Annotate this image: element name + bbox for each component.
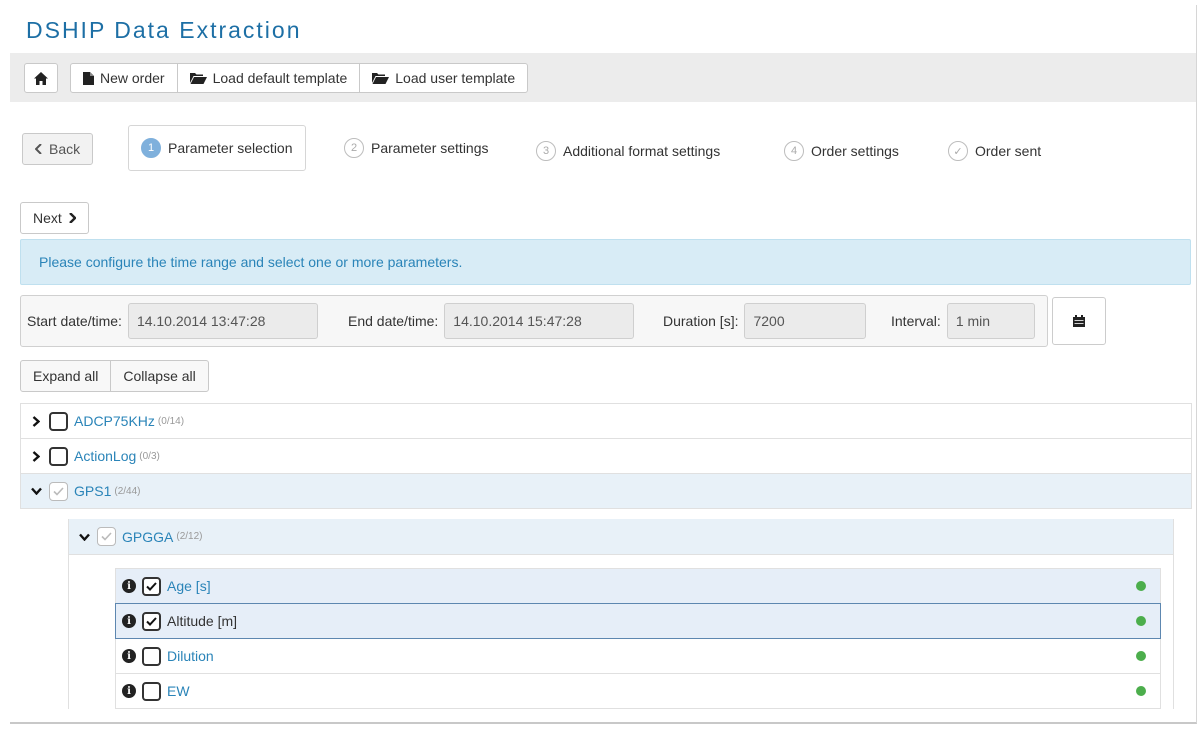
check-circle-icon: ✓ (948, 141, 968, 161)
step-label: Parameter settings (371, 140, 489, 156)
node-checkbox-partial[interactable] (49, 481, 68, 501)
step-number: 4 (784, 141, 804, 161)
tree-node-actionlog[interactable]: ActionLog (0/3) (20, 438, 1192, 474)
tree-node-gpgga[interactable]: GPGGA (2/12) (69, 519, 1173, 555)
load-default-template-button[interactable]: Load default template (176, 63, 361, 93)
back-button[interactable]: Back (22, 133, 94, 165)
step-parameter-settings[interactable]: 2 Parameter settings (344, 138, 489, 158)
status-dot (1136, 616, 1146, 626)
chevron-left-icon (35, 144, 43, 154)
step-label: Order sent (975, 143, 1042, 159)
app-title: DSHIP Data Extraction (26, 17, 302, 43)
home-icon (34, 71, 48, 85)
start-datetime-field: Start date/time: 14.10.2014 13:47:28 (27, 303, 318, 339)
folder-open-icon (372, 72, 390, 84)
new-order-button[interactable]: New order (70, 63, 178, 93)
parameter-checkbox[interactable] (142, 611, 161, 631)
back-label: Back (49, 141, 81, 157)
step-additional-format-settings[interactable]: 3 Additional format settings (536, 141, 720, 161)
next-label: Next (33, 210, 62, 226)
toolbar: New order Load default template Load use… (10, 53, 1196, 102)
node-count: (0/3) (139, 450, 160, 462)
end-datetime-label: End date/time: (348, 313, 439, 329)
template-button-group: New order Load default template Load use… (70, 63, 529, 93)
step-parameter-selection[interactable]: 1 Parameter selection (128, 125, 306, 171)
collapse-all-button[interactable]: Collapse all (110, 360, 209, 392)
parameter-row[interactable]: i EW (115, 673, 1161, 709)
status-dot (1136, 686, 1146, 696)
chevron-down-icon[interactable] (77, 533, 91, 541)
duration-label: Duration [s]: (663, 313, 739, 329)
start-datetime-label: Start date/time: (27, 313, 122, 329)
step-order-sent[interactable]: ✓ Order sent (948, 141, 1041, 161)
parameter-row[interactable]: i Age [s] (115, 568, 1161, 604)
node-count: (2/12) (176, 531, 203, 542)
interval-input[interactable]: 1 min (946, 303, 1035, 339)
start-datetime-input[interactable]: 14.10.2014 13:47:28 (127, 303, 318, 339)
status-dot (1136, 651, 1146, 661)
node-count: (0/14) (157, 415, 185, 427)
load-user-template-button[interactable]: Load user template (359, 63, 529, 93)
app-frame: DSHIP Data Extraction New order Load def… (10, 5, 1197, 724)
load-user-label: Load user template (395, 70, 516, 86)
step-label: Order settings (811, 143, 899, 159)
step-number: 1 (141, 138, 161, 158)
end-datetime-input[interactable]: 14.10.2014 15:47:28 (444, 303, 635, 339)
parameter-tree: ADCP75KHz (0/14) ActionLog (0/3) GPS1 (2… (20, 403, 1192, 709)
node-name[interactable]: ADCP75KHz (74, 413, 155, 429)
step-label: Parameter selection (168, 140, 293, 156)
chevron-down-icon[interactable] (29, 487, 43, 495)
next-button[interactable]: Next (20, 202, 89, 234)
chevron-right-icon (68, 213, 76, 223)
gpgga-parameters: i Age [s] i Altitude [m] i Dilution i EW (115, 568, 1161, 709)
parameter-name[interactable]: Altitude [m] (167, 613, 237, 629)
file-icon (83, 71, 94, 85)
home-button[interactable] (24, 63, 58, 93)
node-name[interactable]: GPS1 (74, 483, 111, 499)
folder-open-icon (189, 72, 207, 84)
chevron-right-icon[interactable] (29, 415, 43, 427)
calendar-icon (1073, 315, 1085, 327)
parameter-name[interactable]: Dilution (167, 648, 214, 664)
tree-node-gps1[interactable]: GPS1 (2/44) (20, 473, 1192, 509)
info-icon[interactable]: i (122, 684, 136, 698)
duration-input[interactable]: 7200 (744, 303, 867, 339)
interval-field: Interval: 1 min (891, 303, 1035, 339)
tree-node-adcp75khz[interactable]: ADCP75KHz (0/14) (20, 403, 1192, 439)
end-datetime-field: End date/time: 14.10.2014 15:47:28 (348, 303, 635, 339)
info-icon[interactable]: i (122, 614, 136, 628)
step-label: Additional format settings (563, 143, 721, 159)
status-dot (1136, 581, 1146, 591)
step-number: 2 (344, 138, 364, 158)
duration-field: Duration [s]: 7200 (663, 303, 867, 339)
node-checkbox[interactable] (49, 446, 68, 466)
node-checkbox-partial[interactable] (97, 527, 116, 546)
time-range-panel: Start date/time: 14.10.2014 13:47:28 End… (20, 295, 1048, 347)
gps1-children: GPGGA (2/12) i Age [s] i Altitude [m] i … (68, 519, 1174, 709)
expand-all-button[interactable]: Expand all (20, 360, 112, 392)
parameter-name[interactable]: Age [s] (167, 578, 211, 594)
parameter-checkbox[interactable] (142, 646, 161, 666)
info-icon[interactable]: i (122, 579, 136, 593)
parameter-checkbox[interactable] (142, 576, 161, 596)
parameter-row[interactable]: i Altitude [m] (115, 603, 1161, 639)
step-number: 3 (536, 141, 556, 161)
parameter-row[interactable]: i Dilution (115, 638, 1161, 674)
parameter-checkbox[interactable] (142, 681, 161, 701)
node-count: (2/44) (114, 485, 141, 497)
node-checkbox[interactable] (49, 411, 68, 431)
new-order-label: New order (100, 70, 165, 86)
interval-label: Interval: (891, 313, 941, 329)
calendar-button[interactable] (1052, 297, 1106, 345)
step-order-settings[interactable]: 4 Order settings (784, 141, 899, 161)
info-icon[interactable]: i (122, 649, 136, 663)
node-name[interactable]: GPGGA (122, 529, 173, 545)
expand-collapse-group: Expand all Collapse all (20, 360, 209, 392)
chevron-right-icon[interactable] (29, 450, 43, 462)
load-default-label: Load default template (212, 70, 348, 86)
node-name[interactable]: ActionLog (74, 448, 136, 464)
info-message: Please configure the time range and sele… (20, 239, 1191, 285)
parameter-name[interactable]: EW (167, 683, 190, 699)
